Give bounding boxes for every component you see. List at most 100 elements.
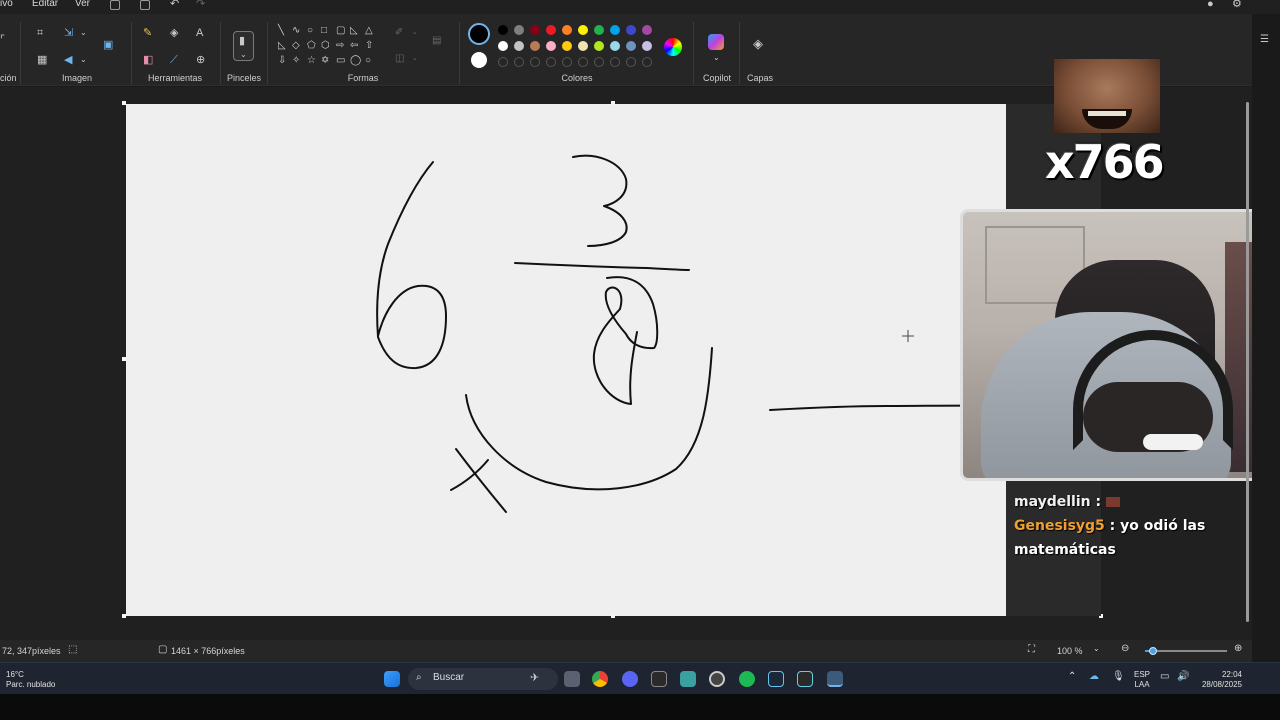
zoom-out-icon[interactable]: ⊖: [1121, 643, 1129, 654]
custom-color-slot[interactable]: [498, 57, 508, 67]
undo-icon[interactable]: ↶: [170, 0, 179, 10]
color-swatch[interactable]: [626, 25, 636, 35]
magnifier-icon[interactable]: ⊕: [196, 54, 205, 66]
right-triangle-shape-icon[interactable]: ◺: [278, 41, 286, 51]
star4-shape-icon[interactable]: ✧: [292, 56, 300, 66]
color-swatch[interactable]: [514, 25, 524, 35]
callout-oval-shape-icon[interactable]: ◯: [350, 56, 361, 66]
discord-icon[interactable]: [622, 671, 638, 687]
taskbar-search[interactable]: ⌕ Buscar ✈: [408, 668, 558, 690]
settings-icon[interactable]: ⚙: [1232, 0, 1242, 10]
resize-handle[interactable]: [611, 101, 615, 105]
zoom-slider-knob[interactable]: [1149, 647, 1158, 655]
color-swatch[interactable]: [514, 41, 524, 51]
chevron-down-icon[interactable]: ⌄: [80, 54, 87, 66]
resize-handle[interactable]: [122, 101, 126, 105]
image-select-icon[interactable]: ▣: [103, 39, 113, 51]
menu-edit[interactable]: Editar: [32, 0, 58, 9]
resize-handle[interactable]: [122, 614, 126, 618]
triangle-shape-icon[interactable]: △: [365, 26, 373, 36]
color-swatch[interactable]: [530, 25, 540, 35]
color-swatch[interactable]: [642, 41, 652, 51]
color-picker-icon[interactable]: ⟋: [170, 54, 178, 66]
color-swatch[interactable]: [578, 41, 588, 51]
selection-icon[interactable]: ⌜: [0, 34, 5, 46]
notepad-icon[interactable]: [680, 671, 696, 687]
epic-games-icon[interactable]: [651, 671, 667, 687]
oval-shape-icon[interactable]: ○: [307, 26, 313, 36]
custom-color-slot[interactable]: [626, 57, 636, 67]
menu-view[interactable]: Ver: [75, 0, 90, 9]
save-icon[interactable]: [110, 0, 120, 10]
scrollbar-thumb[interactable]: [1246, 102, 1249, 622]
fit-to-window-icon[interactable]: ⛶: [1028, 644, 1035, 655]
resize-handle[interactable]: [611, 614, 615, 618]
star5-shape-icon[interactable]: ☆: [307, 56, 316, 66]
remove-background-icon[interactable]: ▦: [37, 54, 47, 66]
color-swatch[interactable]: [546, 25, 556, 35]
custom-color-slot[interactable]: [578, 57, 588, 67]
color-swatch[interactable]: [610, 25, 620, 35]
shape-size-icon[interactable]: ▤: [432, 36, 441, 46]
secondary-color-swatch[interactable]: [471, 52, 487, 68]
pencil-icon[interactable]: ✎: [143, 27, 152, 39]
zoom-slider[interactable]: [1145, 647, 1227, 655]
redo-icon[interactable]: ↷: [196, 0, 205, 10]
hexagon-shape-icon[interactable]: ⬡: [321, 41, 330, 51]
custom-color-slot[interactable]: [562, 57, 572, 67]
volume-icon[interactable]: 🔊: [1177, 672, 1189, 682]
color-swatch[interactable]: [562, 25, 572, 35]
chevron-down-icon[interactable]: ⌄: [1093, 644, 1100, 653]
chrome-icon[interactable]: [592, 671, 608, 687]
language-indicator[interactable]: ESP LAA: [1134, 670, 1150, 690]
share-icon[interactable]: [140, 0, 150, 10]
callout-rect-shape-icon[interactable]: ▭: [336, 56, 345, 66]
clock[interactable]: 22:04 28/08/2025: [1198, 670, 1242, 690]
arrow-left-shape-icon[interactable]: ⇦: [350, 41, 358, 51]
spotify-icon[interactable]: [739, 671, 755, 687]
color-swatch[interactable]: [626, 41, 636, 51]
color-swatch[interactable]: [594, 41, 604, 51]
custom-color-slot[interactable]: [530, 57, 540, 67]
microphone-icon[interactable]: 🎙: [1112, 672, 1125, 682]
custom-color-slot[interactable]: [594, 57, 604, 67]
text-tool-icon[interactable]: A: [196, 27, 203, 39]
callout-cloud-shape-icon[interactable]: ○: [365, 56, 371, 66]
pentagon-shape-icon[interactable]: ⬠: [307, 41, 316, 51]
display-icon[interactable]: ▭: [1160, 672, 1169, 682]
line-shape-icon[interactable]: ╲: [278, 26, 284, 36]
color-swatch[interactable]: [498, 41, 508, 51]
menu-icon[interactable]: ☰: [1260, 34, 1269, 46]
color-swatch[interactable]: [498, 25, 508, 35]
arrow-up-shape-icon[interactable]: ⇧: [365, 41, 373, 51]
rectangle-shape-icon[interactable]: □: [321, 26, 327, 36]
color-swatch[interactable]: [642, 25, 652, 35]
color-swatch[interactable]: [546, 41, 556, 51]
copilot-icon[interactable]: [708, 34, 724, 50]
task-view-icon[interactable]: [564, 671, 580, 687]
brush-button[interactable]: ▮ ⌄: [233, 31, 254, 61]
custom-color-slot[interactable]: [514, 57, 524, 67]
color-swatch[interactable]: [610, 41, 620, 51]
steam-icon[interactable]: [768, 671, 784, 687]
chevron-up-icon[interactable]: ⌃: [1068, 672, 1076, 682]
account-icon[interactable]: ●: [1207, 0, 1214, 10]
vertical-scrollbar[interactable]: [1244, 92, 1252, 632]
arrow-down-shape-icon[interactable]: ⇩: [278, 56, 286, 66]
app-icon[interactable]: [797, 671, 813, 687]
rounded-rect-shape-icon[interactable]: ▢: [336, 26, 345, 36]
chevron-down-icon[interactable]: ⌄: [80, 27, 87, 39]
weather-widget[interactable]: 16°C Parc. nublado: [6, 670, 55, 690]
outline-icon[interactable]: ✐: [395, 28, 403, 38]
zoom-in-icon[interactable]: ⊕: [1234, 643, 1242, 654]
diamond-shape-icon[interactable]: ◇: [292, 41, 300, 51]
fill-icon[interactable]: ◈: [170, 27, 178, 39]
onedrive-icon[interactable]: ☁: [1089, 672, 1099, 682]
chevron-down-icon[interactable]: ⌄: [412, 54, 418, 64]
rotate-icon[interactable]: ◀: [64, 54, 72, 66]
custom-color-slot[interactable]: [642, 57, 652, 67]
menu-file[interactable]: ivo: [0, 0, 13, 9]
color-swatch[interactable]: [562, 41, 572, 51]
primary-color-swatch[interactable]: [468, 23, 490, 45]
custom-color-slot[interactable]: [610, 57, 620, 67]
